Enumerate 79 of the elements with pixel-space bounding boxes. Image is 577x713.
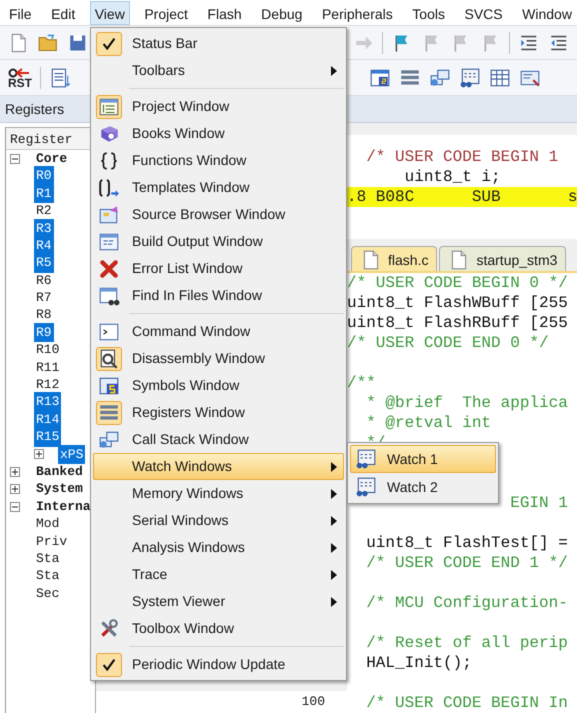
code-line: uint8_t FlashRBuff [255 bbox=[347, 314, 568, 332]
menu-item[interactable]: Periodic Window Update bbox=[93, 651, 344, 678]
code-line: HAL_Init(); bbox=[366, 654, 472, 672]
tree-item[interactable]: xPS bbox=[58, 444, 86, 464]
menu-item[interactable]: Watch Windows bbox=[93, 453, 344, 480]
menu-item[interactable]: Serial Windows bbox=[93, 507, 344, 534]
tree-item[interactable]: R1 bbox=[34, 184, 54, 204]
menu-item[interactable]: Command Window bbox=[93, 318, 344, 345]
menu-item[interactable]: Memory Windows bbox=[93, 480, 344, 507]
code-line: /** bbox=[347, 374, 376, 392]
code-line: /* USER CODE END 0 */ bbox=[347, 334, 549, 352]
line-number: 100 bbox=[96, 691, 347, 713]
tree-item[interactable]: Sec bbox=[34, 584, 62, 604]
menu-item[interactable]: SVCS bbox=[460, 1, 508, 25]
tree-item[interactable]: R8 bbox=[34, 305, 54, 325]
code-line: .8 B08C SUB s bbox=[347, 188, 577, 206]
menu-item[interactable]: Analysis Windows bbox=[93, 534, 344, 561]
tree-item[interactable]: Sta bbox=[34, 548, 62, 568]
code-line: /* Reset of all perip bbox=[366, 634, 568, 652]
tree-item[interactable]: Sta bbox=[34, 566, 62, 586]
menu-item[interactable]: Trace bbox=[93, 561, 344, 588]
menu-item[interactable]: Books Window bbox=[93, 120, 344, 147]
menu-item[interactable]: Window bbox=[517, 1, 577, 25]
code-line: * @brief The applica bbox=[366, 394, 568, 412]
tree-item[interactable]: R6 bbox=[34, 270, 54, 290]
code-line: /* USER CODE BEGIN 1 bbox=[366, 148, 558, 166]
menu-item[interactable]: Toolbox Window bbox=[93, 615, 344, 642]
tree-item[interactable]: R15 bbox=[34, 427, 62, 447]
code-line: EGIN 1 bbox=[510, 494, 568, 512]
code-line: /* MCU Configuration- bbox=[366, 594, 568, 612]
tree-item[interactable]: R11 bbox=[34, 358, 62, 378]
menu-item[interactable]: View bbox=[90, 1, 130, 25]
menu-item[interactable]: Templates Window bbox=[93, 174, 344, 201]
menu-item[interactable]: Error List Window bbox=[93, 255, 344, 282]
menu-item[interactable]: File bbox=[4, 1, 37, 25]
code-line: uint8_t i; bbox=[404, 168, 501, 186]
menu-item[interactable]: Flash bbox=[202, 1, 247, 25]
code-line: * @retval int bbox=[366, 414, 492, 432]
menu-item[interactable]: Registers Window bbox=[93, 399, 344, 426]
tree-item[interactable]: R0 bbox=[34, 166, 54, 186]
menu-item[interactable]: Find In Files Window bbox=[93, 282, 344, 309]
tree-item[interactable]: System bbox=[34, 479, 85, 499]
tree-item[interactable]: R5 bbox=[34, 253, 54, 273]
tree-item[interactable]: Interna bbox=[34, 496, 93, 516]
tree-item[interactable]: Priv bbox=[34, 532, 70, 552]
editor-tab[interactable]: flash.c bbox=[351, 246, 438, 271]
code-line: uint8_t FlashWBuff [255 bbox=[347, 294, 568, 312]
tree-item[interactable]: R13 bbox=[34, 392, 62, 412]
menu-item[interactable]: Peripherals bbox=[316, 1, 398, 25]
tree-item[interactable]: R3 bbox=[34, 218, 54, 238]
menu-item[interactable]: Build Output Window bbox=[93, 228, 344, 255]
code-line: /* USER CODE BEGIN 0 */ bbox=[347, 274, 568, 292]
code-line: /* USER CODE END 1 */ bbox=[366, 554, 568, 572]
menu-item[interactable]: Toolbars bbox=[93, 57, 344, 84]
tree-item[interactable]: Banked bbox=[34, 462, 85, 482]
menu-item[interactable]: Functions Window bbox=[93, 147, 344, 174]
menu-item[interactable]: Watch 1 bbox=[350, 445, 496, 473]
tree-item[interactable]: R9 bbox=[34, 322, 54, 342]
code-line: /* USER CODE BEGIN In bbox=[366, 694, 568, 712]
tree-item[interactable]: Mod bbox=[34, 514, 62, 534]
tree-item[interactable]: R7 bbox=[34, 288, 54, 308]
menu-item[interactable]: System Viewer bbox=[93, 588, 344, 615]
tree-item[interactable]: R2 bbox=[34, 201, 54, 221]
menu-item[interactable]: Call Stack Window bbox=[93, 426, 344, 453]
menu-item[interactable]: Tools bbox=[407, 1, 450, 25]
menu-item[interactable]: Debug bbox=[256, 1, 308, 25]
tree-item[interactable]: R10 bbox=[34, 340, 62, 360]
menu-item[interactable]: Project bbox=[139, 1, 193, 25]
code-line: uint8_t FlashTest[] = bbox=[366, 534, 568, 552]
tree-item[interactable]: Core bbox=[34, 148, 70, 168]
reset-button[interactable]: RST bbox=[8, 68, 32, 88]
menu-item[interactable]: Watch 2 bbox=[350, 473, 496, 501]
menu-item[interactable]: Edit bbox=[46, 1, 80, 25]
menu-item[interactable]: Source Browser Window bbox=[93, 201, 344, 228]
menu-item[interactable]: Disassembly Window bbox=[93, 345, 344, 372]
editor-tab[interactable]: startup_stm3 bbox=[439, 246, 566, 271]
menu-item[interactable]: Project Window bbox=[93, 93, 344, 120]
menu-item[interactable]: Symbols Window bbox=[93, 372, 344, 399]
tree-item[interactable]: R12 bbox=[34, 375, 62, 395]
